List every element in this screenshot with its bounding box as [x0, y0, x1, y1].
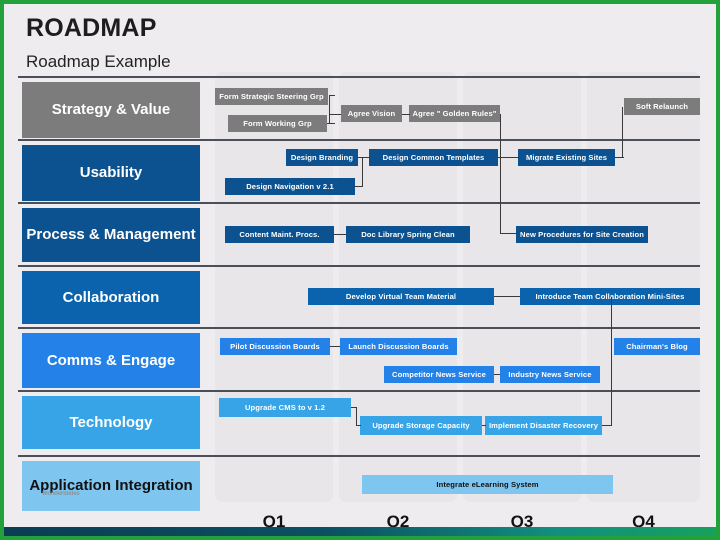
lane-label-strategy-value[interactable]: Strategy & Value	[22, 82, 200, 138]
connector-develop-to-introduce	[494, 296, 520, 298]
bottom-accent-bar	[4, 527, 716, 536]
page-subtitle: Roadmap Example	[26, 52, 171, 71]
task-bar[interactable]: Content Maint. Procs.	[225, 226, 334, 243]
task-bar[interactable]: Design Navigation v 2.1	[225, 178, 355, 195]
connector-branding-to-templates	[358, 157, 370, 159]
quarter-panel-q4	[587, 72, 700, 502]
task-bar[interactable]: Soft Relaunch	[624, 98, 700, 115]
task-bar[interactable]: Design Common Templates	[369, 149, 498, 166]
quarter-panel-q3	[463, 72, 581, 502]
connector-relaunch-up	[622, 107, 624, 158]
lane-divider-usability	[18, 139, 700, 141]
connector-cms-down	[356, 407, 358, 425]
task-bar[interactable]: Implement Disaster Recovery	[485, 416, 602, 435]
quarter-panel-q2	[339, 72, 457, 502]
connector-vision-to-golden	[402, 114, 410, 116]
lane-divider-comms-engage	[18, 327, 700, 329]
lane-label-application-integration[interactable]: Application Integration	[22, 461, 200, 511]
lane-divider-application-integration	[18, 455, 700, 457]
task-bar[interactable]: Launch Discussion Boards	[340, 338, 457, 355]
task-bar[interactable]: Design Branding	[286, 149, 358, 166]
connector-storage-to-disaster	[482, 425, 486, 427]
lane-divider-process-management	[18, 202, 700, 204]
task-bar[interactable]: Introduce Team Collaboration Mini-Sites	[520, 288, 700, 305]
connector-nav-join	[362, 166, 364, 187]
connector-cms-to-storage	[351, 407, 357, 409]
connector-golden-down	[500, 114, 502, 233]
connector-pilot-to-launch	[330, 346, 340, 348]
connector-competitor-to-industry	[494, 374, 500, 376]
task-bar[interactable]: Form Strategic Steering Grp	[215, 88, 328, 105]
lane-label-comms-engage[interactable]: Comms & Engage	[22, 333, 200, 388]
task-bar[interactable]: Migrate Existing Sites	[518, 149, 615, 166]
watermark: WonderSlides	[42, 491, 80, 497]
connector-templates-to-migrate	[498, 157, 519, 159]
lane-label-process-management[interactable]: Process & Management	[22, 208, 200, 262]
lane-label-collaboration[interactable]: Collaboration	[22, 271, 200, 324]
connector-steering-to-vision-b	[329, 95, 335, 97]
connector-steering-to-vision	[329, 95, 331, 124]
connector-workgrp-to-vision	[327, 123, 335, 125]
task-bar[interactable]: Upgrade Storage Capacity	[360, 416, 482, 435]
task-bar[interactable]: Develop Virtual Team Material	[308, 288, 494, 305]
task-bar[interactable]: Competitor News Service	[384, 366, 494, 383]
task-bar[interactable]: Upgrade CMS to v 1.2	[219, 398, 351, 417]
task-bar[interactable]: Chairman's Blog	[614, 338, 700, 355]
quarter-panel-q1	[215, 72, 333, 502]
connector-cms-join	[356, 425, 361, 427]
task-bar[interactable]: Industry News Service	[500, 366, 600, 383]
task-bar[interactable]: New Procedures for Site Creation	[516, 226, 648, 243]
connector-content-to-doclib	[334, 234, 346, 236]
task-bar[interactable]: Agree " Golden Rules"	[409, 105, 500, 122]
lane-label-technology[interactable]: Technology	[22, 396, 200, 449]
task-bar[interactable]: Form Working Grp	[228, 115, 327, 132]
task-bar[interactable]: Agree Vision	[341, 105, 402, 122]
connector-steering-join	[329, 114, 341, 116]
lane-divider-strategy-value	[18, 76, 700, 78]
lane-divider-technology	[18, 390, 700, 392]
connector-golden-to-procedures	[500, 233, 517, 235]
lane-label-usability[interactable]: Usability	[22, 145, 200, 201]
lane-divider-collaboration	[18, 265, 700, 267]
roadmap-slide: ROADMAP Roadmap Example Strategy & Value…	[4, 4, 716, 536]
task-bar[interactable]: Doc Library Spring Clean	[346, 226, 470, 243]
connector-disaster-up	[611, 297, 613, 426]
task-bar[interactable]: Integrate eLearning System	[362, 475, 613, 494]
page-title: ROADMAP	[26, 14, 157, 42]
task-bar[interactable]: Pilot Discussion Boards	[220, 338, 330, 355]
